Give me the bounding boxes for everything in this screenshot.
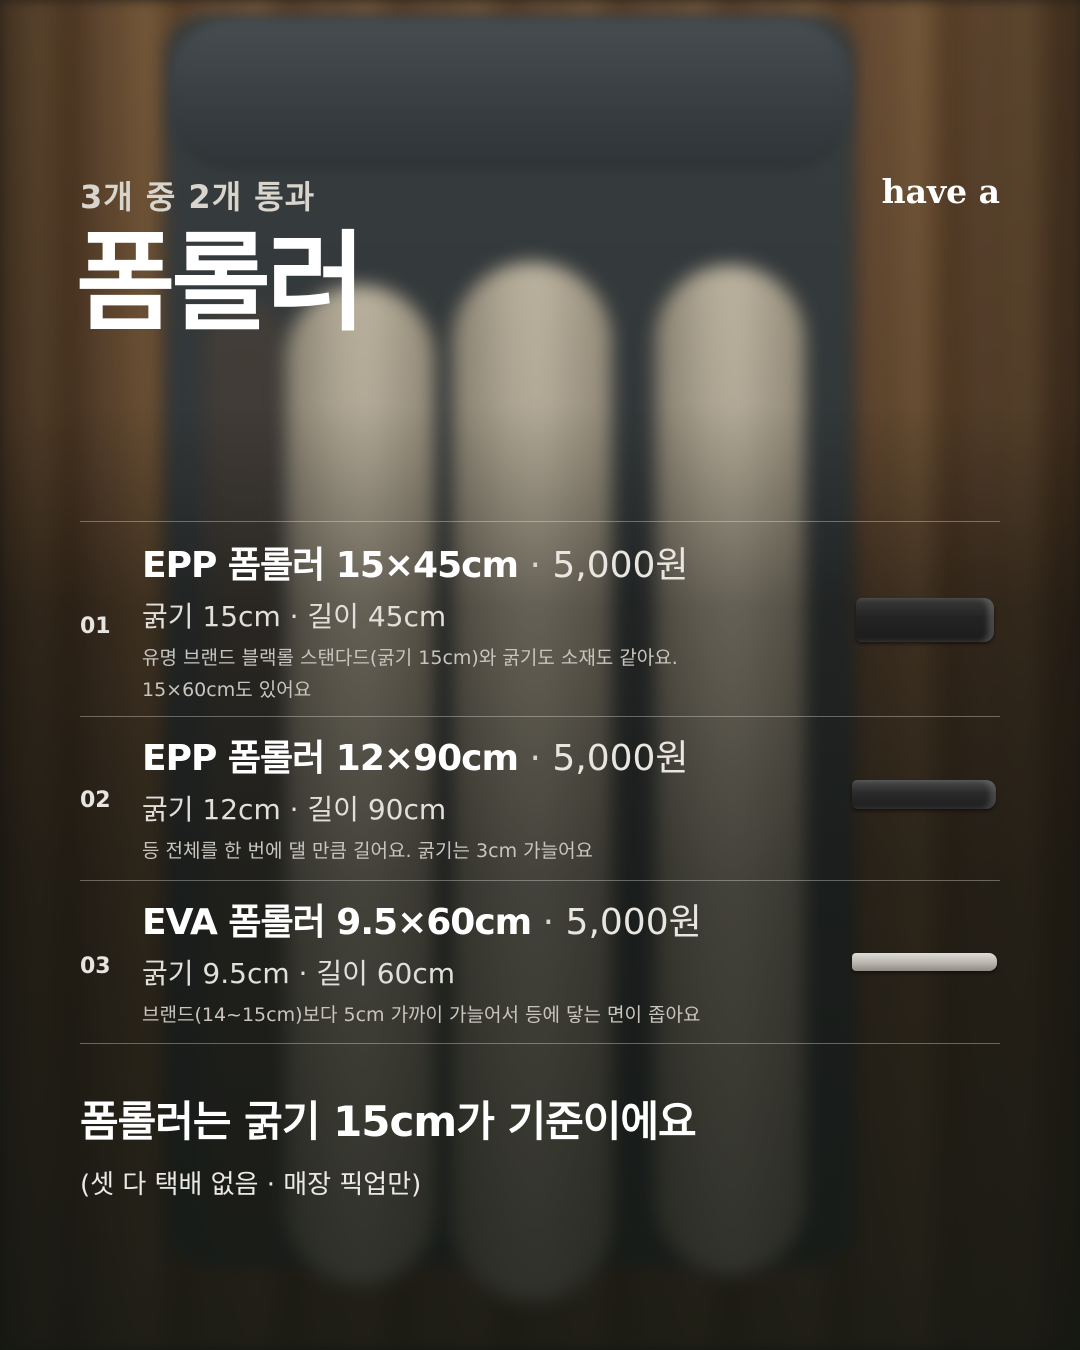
item-price: 5,000원 <box>552 545 689 586</box>
item-description: 브랜드(14~15cm)보다 5cm 가까이 가늘어서 등에 닿는 면이 좁아요 <box>142 999 702 1031</box>
subtitle: 3개 중 2개 통과 <box>80 178 316 216</box>
item-name: EVA 폼롤러 9.5×60cm <box>142 902 532 943</box>
card-content: 3개 중 2개 통과 have a 폼롤러 01 EPP 폼롤러 15×45cm… <box>0 0 1080 1350</box>
list-item: 02 EPP 폼롤러 12×90cm · 5,000원 굵기 12cm · 길이… <box>80 716 1000 880</box>
gray-foam-roller-image <box>852 953 997 971</box>
summary-note: (셋 다 택배 없음 · 매장 픽업만) <box>80 1170 422 1200</box>
separator: · <box>542 902 555 943</box>
black-foam-roller-image <box>856 598 994 642</box>
item-name-line: EPP 폼롤러 12×90cm · 5,000원 <box>142 735 689 783</box>
item-name: EPP 폼롤러 15×45cm <box>142 545 519 586</box>
item-name-line: EPP 폼롤러 15×45cm · 5,000원 <box>142 542 689 590</box>
item-price: 5,000원 <box>565 902 702 943</box>
separator: · <box>529 545 541 586</box>
item-number: 02 <box>80 788 111 813</box>
item-text: EPP 폼롤러 15×45cm · 5,000원 굵기 15cm · 길이 45… <box>142 542 689 706</box>
description-line: 15×60cm도 있어요 <box>142 679 312 701</box>
description-line: 브랜드(14~15cm)보다 5cm 가까이 가늘어서 등에 닿는 면이 좁아요 <box>142 1004 701 1026</box>
long-black-foam-roller-image <box>852 780 996 809</box>
item-name-line: EVA 폼롤러 9.5×60cm · 5,000원 <box>142 899 702 947</box>
list-item: 03 EVA 폼롤러 9.5×60cm · 5,000원 굵기 9.5cm · … <box>80 880 1000 1044</box>
item-spec: 굵기 15cm · 길이 45cm <box>142 600 447 633</box>
product-list: 01 EPP 폼롤러 15×45cm · 5,000원 굵기 15cm · 길이… <box>80 521 1000 1044</box>
description-line: 유명 브랜드 블랙롤 스탠다드(굵기 15cm)와 굵기도 소재도 같아요. <box>142 647 678 669</box>
item-price: 5,000원 <box>552 738 689 779</box>
item-number: 03 <box>80 954 111 979</box>
list-item: 01 EPP 폼롤러 15×45cm · 5,000원 굵기 15cm · 길이… <box>80 521 1000 716</box>
item-name: EPP 폼롤러 12×90cm <box>142 738 519 779</box>
page-title: 폼롤러 <box>76 221 366 346</box>
item-text: EVA 폼롤러 9.5×60cm · 5,000원 굵기 9.5cm · 길이 … <box>142 899 702 1031</box>
brand-logo: have a <box>881 172 1000 211</box>
item-description: 등 전체를 한 번에 댈 만큼 길어요. 굵기는 3cm 가늘어요 <box>142 835 689 867</box>
item-text: EPP 폼롤러 12×90cm · 5,000원 굵기 12cm · 길이 90… <box>142 735 689 867</box>
item-spec: 굵기 12cm · 길이 90cm <box>142 793 447 826</box>
separator: · <box>529 738 541 779</box>
summary-heading: 폼롤러는 굵기 15cm가 기준이에요 <box>80 1097 697 1146</box>
item-number: 01 <box>80 614 111 639</box>
item-description: 유명 브랜드 블랙롤 스탠다드(굵기 15cm)와 굵기도 소재도 같아요. 1… <box>142 642 689 706</box>
item-spec: 굵기 9.5cm · 길이 60cm <box>142 957 456 990</box>
description-line: 등 전체를 한 번에 댈 만큼 길어요. 굵기는 3cm 가늘어요 <box>142 840 594 862</box>
